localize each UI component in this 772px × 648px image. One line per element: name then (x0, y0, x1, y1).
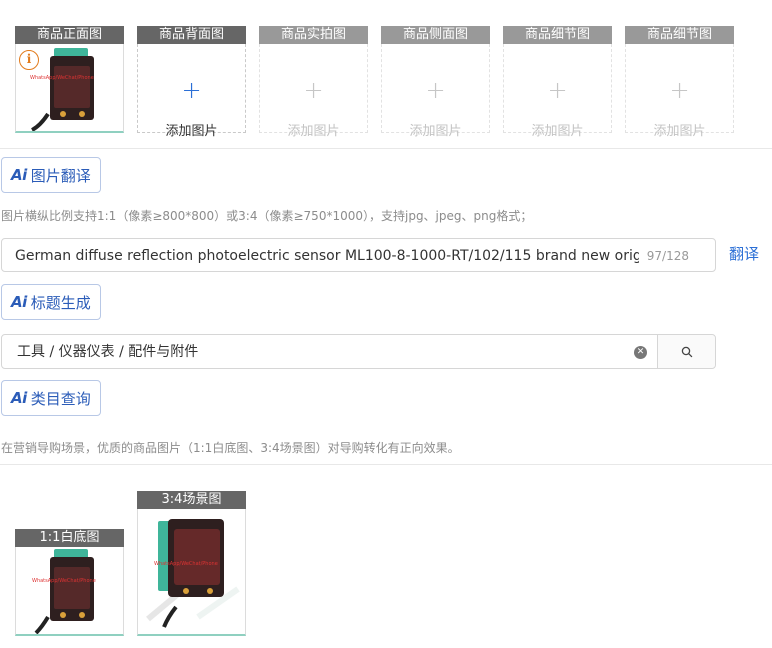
slot-label: 3:4场景图 (137, 491, 246, 509)
divider (0, 464, 772, 465)
slot-thumbnail[interactable]: WhatsApp/WeChat/Phone (15, 547, 124, 636)
add-image-label: 添加图片 (653, 124, 706, 139)
upload-area[interactable]: + 添加图片 (503, 44, 612, 139)
product-image-slots: 商品正面图 WhatsApp/WeChat/Phone i 商品背面图 + 添加… (15, 26, 734, 139)
image-format-hint: 图片横纵比例支持1:1（像素≥800*800）或3:4（像素≥750*1000）… (1, 209, 533, 223)
clear-icon[interactable]: ✕ (634, 346, 647, 359)
plus-icon: + (181, 76, 202, 104)
slot-label: 商品细节图 (503, 26, 612, 44)
svg-text:WhatsApp/WeChat/Phone: WhatsApp/WeChat/Phone (32, 578, 96, 584)
slot-label: 商品背面图 (137, 26, 246, 44)
slot-label: 商品实拍图 (259, 26, 368, 44)
plus-icon: + (669, 76, 690, 104)
slot-side-image[interactable]: 商品侧面图 + 添加图片 (381, 26, 490, 139)
divider (0, 148, 772, 149)
button-label: 类目查询 (30, 389, 91, 408)
add-image-label: 添加图片 (409, 124, 462, 139)
search-button[interactable] (657, 335, 715, 368)
upload-area[interactable]: + 添加图片 (137, 44, 246, 139)
slot-thumbnail[interactable]: WhatsApp/WeChat/Phone (137, 509, 246, 636)
slot-real-shot-image[interactable]: 商品实拍图 + 添加图片 (259, 26, 368, 139)
ai-icon: Ai (11, 166, 27, 184)
ai-icon: Ai (11, 389, 27, 407)
add-image-label: 添加图片 (287, 124, 340, 139)
slot-label: 商品正面图 (15, 26, 124, 44)
plus-icon: + (547, 76, 568, 104)
upload-area[interactable]: + 添加图片 (259, 44, 368, 139)
slot-label: 商品侧面图 (381, 26, 490, 44)
svg-text:WhatsApp/WeChat/Phone: WhatsApp/WeChat/Phone (154, 561, 218, 567)
slot-back-image[interactable]: 商品背面图 + 添加图片 (137, 26, 246, 139)
scene-image-slot[interactable]: 3:4场景图 WhatsApp/WeChat/Phone (137, 491, 246, 636)
translate-link[interactable]: 翻译 (729, 243, 759, 264)
slot-front-image[interactable]: 商品正面图 WhatsApp/WeChat/Phone i (15, 26, 124, 133)
white-background-image-slot[interactable]: 1:1白底图 WhatsApp/WeChat/Phone (15, 529, 124, 636)
scene-image-hint: 在营销导购场景，优质的商品图片（1:1白底图、3:4场景图）对导购转化有正向效果… (1, 441, 460, 455)
slot-detail-image-1[interactable]: 商品细节图 + 添加图片 (503, 26, 612, 139)
svg-text:WhatsApp/WeChat/Phone: WhatsApp/WeChat/Phone (30, 75, 94, 81)
ai-title-generate-button[interactable]: Ai 标题生成 (1, 284, 101, 320)
title-input-value[interactable]: German diffuse reflection photoelectric … (15, 239, 639, 273)
ai-image-translate-button[interactable]: Ai 图片翻译 (1, 157, 101, 193)
sensor-scene-photo: WhatsApp/WeChat/Phone (146, 519, 240, 628)
search-icon (681, 346, 692, 357)
slot-label: 商品细节图 (625, 26, 734, 44)
slot-detail-image-2[interactable]: 商品细节图 + 添加图片 (625, 26, 734, 139)
plus-icon: + (303, 76, 324, 104)
category-path-value[interactable]: 工具 / 仪器仪表 / 配件与附件 (17, 335, 198, 370)
category-search-input[interactable]: 工具 / 仪器仪表 / 配件与附件 ✕ (1, 334, 716, 369)
ai-category-query-button[interactable]: Ai 类目查询 (1, 380, 101, 416)
add-image-label: 添加图片 (165, 124, 218, 139)
upload-area[interactable]: + 添加图片 (381, 44, 490, 139)
upload-area[interactable]: + 添加图片 (625, 44, 734, 139)
slot-label: 1:1白底图 (15, 529, 124, 547)
button-label: 图片翻译 (30, 166, 91, 185)
char-counter: 97/128 (646, 249, 689, 263)
title-input[interactable]: German diffuse reflection photoelectric … (1, 238, 716, 272)
plus-icon: + (425, 76, 446, 104)
info-icon[interactable]: i (19, 50, 39, 70)
button-label: 标题生成 (30, 293, 91, 312)
add-image-label: 添加图片 (531, 124, 584, 139)
sensor-product-photo: WhatsApp/WeChat/Phone (32, 549, 96, 635)
ai-icon: Ai (11, 293, 27, 311)
